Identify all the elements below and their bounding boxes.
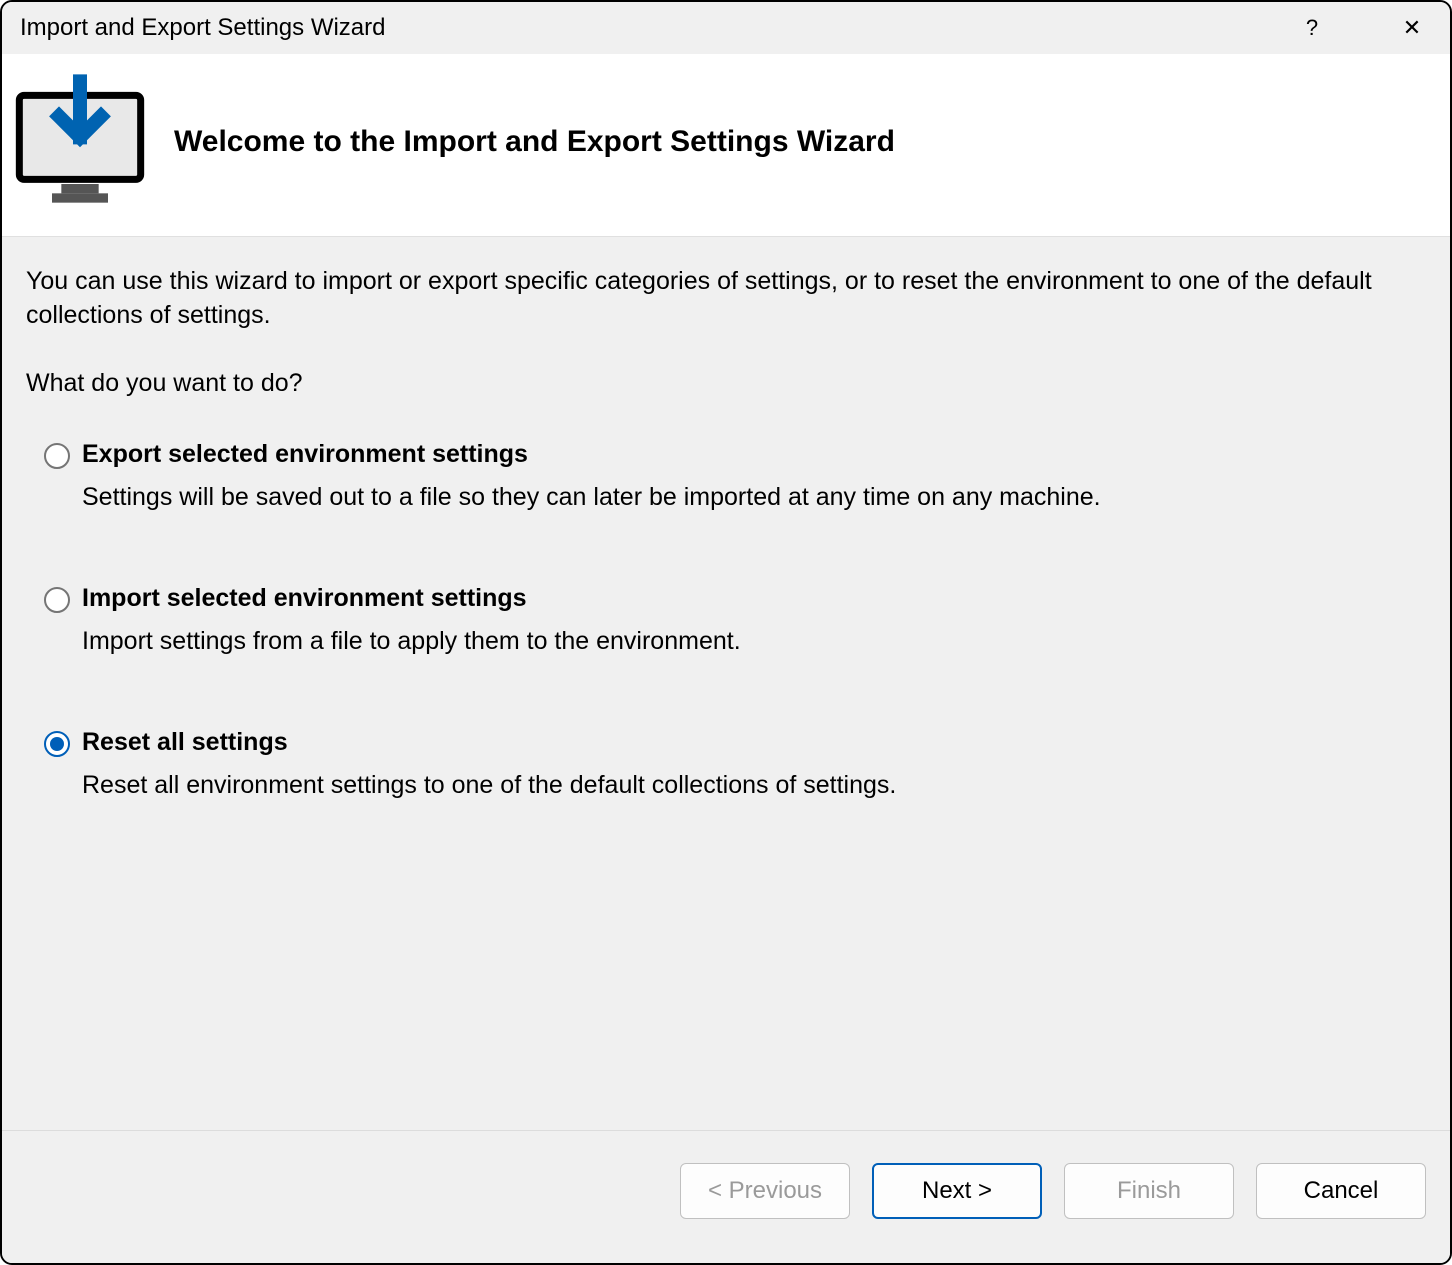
titlebar-controls: ? ✕ xyxy=(1292,15,1432,41)
option-import-title: Import selected environment settings xyxy=(82,584,741,613)
help-button[interactable]: ? xyxy=(1292,15,1332,41)
previous-button[interactable]: < Previous xyxy=(680,1163,850,1219)
wizard-dialog: Import and Export Settings Wizard ? ✕ We… xyxy=(0,0,1452,1265)
option-export-desc: Settings will be saved out to a file so … xyxy=(82,483,1101,512)
close-button[interactable]: ✕ xyxy=(1392,15,1432,41)
window-title: Import and Export Settings Wizard xyxy=(20,14,385,42)
options-group: Export selected environment settings Set… xyxy=(26,440,1426,800)
footer-buttons: < Previous Next > Finish Cancel xyxy=(2,1130,1450,1263)
finish-button[interactable]: Finish xyxy=(1064,1163,1234,1219)
option-import-text: Import selected environment settings Imp… xyxy=(82,584,741,656)
option-export-text: Export selected environment settings Set… xyxy=(82,440,1101,512)
import-monitor-icon xyxy=(10,72,150,212)
next-button[interactable]: Next > xyxy=(872,1163,1042,1219)
option-reset-desc: Reset all environment settings to one of… xyxy=(82,771,896,800)
intro-text: You can use this wizard to import or exp… xyxy=(26,265,1426,333)
option-reset-title: Reset all settings xyxy=(82,728,896,757)
titlebar: Import and Export Settings Wizard ? ✕ xyxy=(2,2,1450,54)
option-import[interactable]: Import selected environment settings Imp… xyxy=(44,584,1426,656)
cancel-button[interactable]: Cancel xyxy=(1256,1163,1426,1219)
option-export[interactable]: Export selected environment settings Set… xyxy=(44,440,1426,512)
content-area: You can use this wizard to import or exp… xyxy=(2,237,1450,1130)
header-band: Welcome to the Import and Export Setting… xyxy=(2,54,1450,237)
radio-import[interactable] xyxy=(44,587,70,613)
option-import-desc: Import settings from a file to apply the… xyxy=(82,627,741,656)
radio-reset[interactable] xyxy=(44,731,70,757)
option-reset[interactable]: Reset all settings Reset all environment… xyxy=(44,728,1426,800)
prompt-text: What do you want to do? xyxy=(26,369,1426,398)
option-export-title: Export selected environment settings xyxy=(82,440,1101,469)
page-heading: Welcome to the Import and Export Setting… xyxy=(174,125,895,159)
option-reset-text: Reset all settings Reset all environment… xyxy=(82,728,896,800)
radio-export[interactable] xyxy=(44,443,70,469)
